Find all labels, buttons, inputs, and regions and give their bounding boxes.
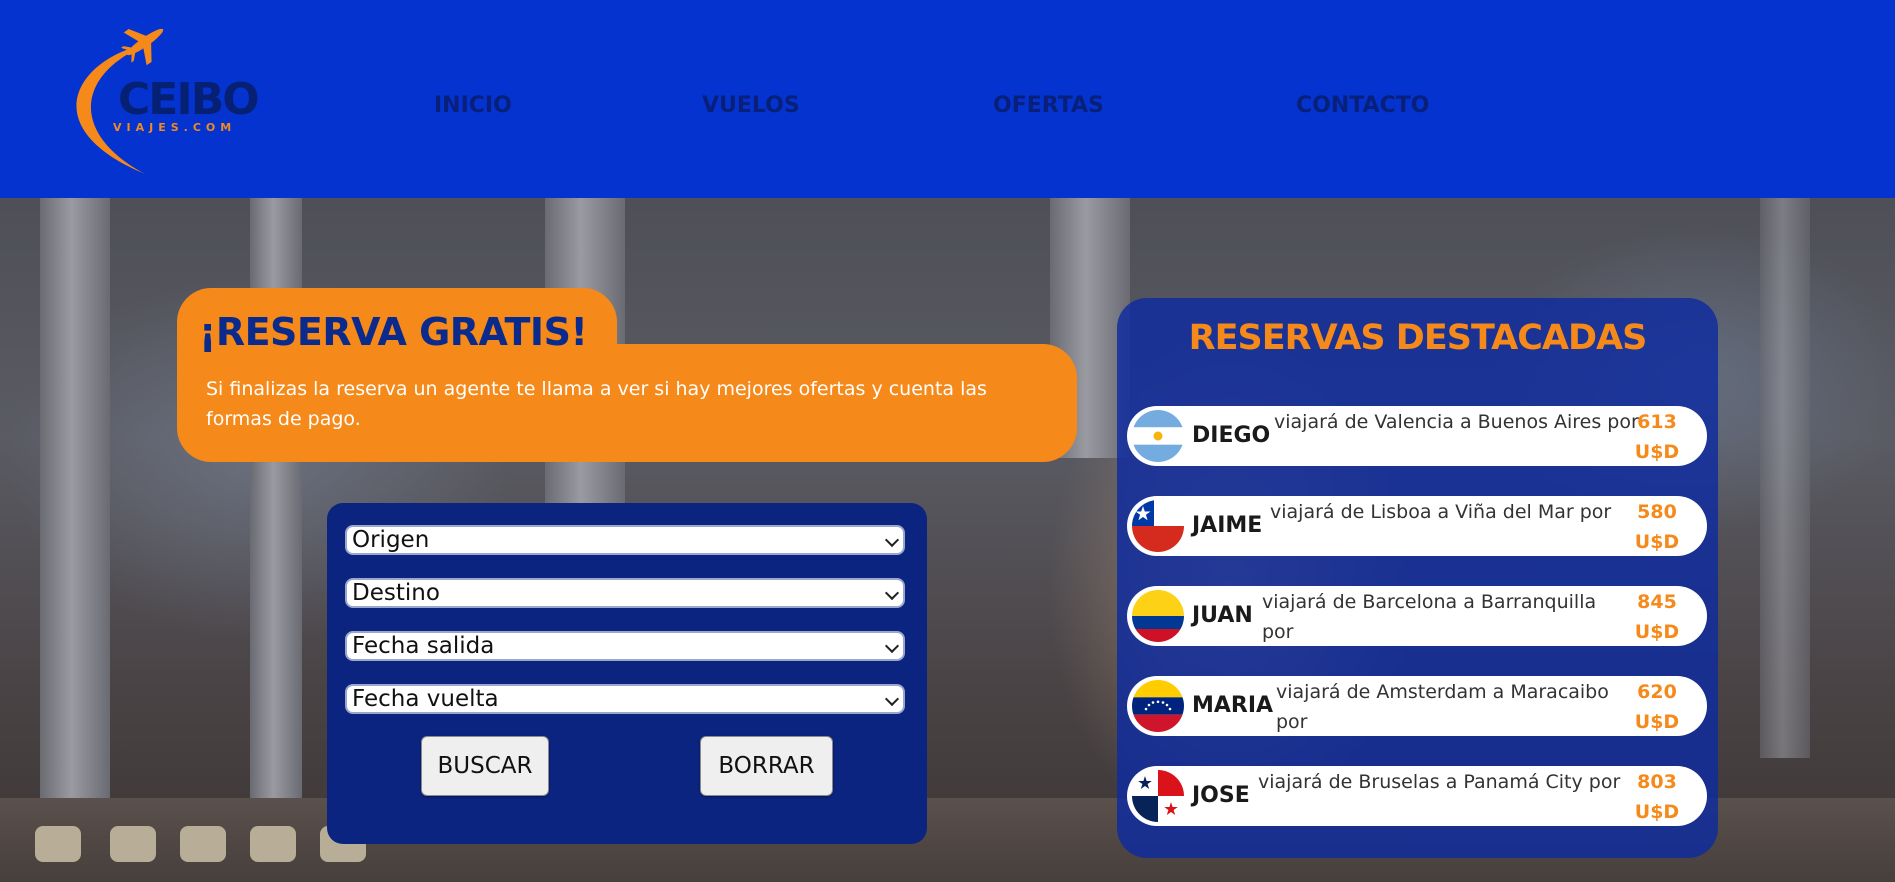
trip-description: viajará de Amsterdam a Maracaibo por bbox=[1276, 681, 1609, 733]
borrar-button[interactable]: BORRAR bbox=[700, 736, 833, 796]
origen-select[interactable]: Origen bbox=[345, 525, 905, 555]
fecha-vuelta-select[interactable]: Fecha vuelta bbox=[345, 684, 905, 714]
logo-subtitle: VIAJES.COM bbox=[113, 121, 237, 134]
reserva-row: JUAN viajará de Barcelona a Barranquilla… bbox=[1127, 586, 1707, 646]
ceibo-logo[interactable]: CEIBO VIAJES.COM bbox=[40, 16, 260, 181]
reserva-row: JOSE viajará de Bruselas a Panamá City p… bbox=[1127, 766, 1707, 826]
buscar-button[interactable]: BUSCAR bbox=[421, 736, 549, 796]
trip-price: 803 U$D bbox=[1627, 767, 1687, 827]
price-amount: 613 bbox=[1637, 411, 1677, 433]
chevron-down-icon bbox=[884, 532, 900, 548]
price-amount: 845 bbox=[1637, 591, 1677, 613]
traveler-name: MARIA bbox=[1192, 693, 1274, 718]
argentina-flag-icon bbox=[1132, 410, 1184, 462]
nav-vuelos[interactable]: VUELOS bbox=[702, 93, 800, 118]
trip-description: viajará de Valencia a Buenos Aires por bbox=[1274, 411, 1639, 433]
traveler-name: DIEGO bbox=[1192, 423, 1271, 448]
trip-price: 613 U$D bbox=[1627, 407, 1687, 467]
reserva-title: ¡RESERVA GRATIS! bbox=[199, 310, 588, 354]
chevron-down-icon bbox=[884, 585, 900, 601]
trip-price: 620 U$D bbox=[1627, 677, 1687, 737]
reserva-description: Si finalizas la reserva un agente te lla… bbox=[206, 378, 987, 430]
reserva-row: JAIME viajará de Lisboa a Viña del Mar p… bbox=[1127, 496, 1707, 556]
trip-price: 845 U$D bbox=[1627, 587, 1687, 647]
colombia-flag-icon bbox=[1132, 590, 1184, 642]
traveler-name: JOSE bbox=[1192, 783, 1250, 808]
fecha-salida-select[interactable]: Fecha salida bbox=[345, 631, 905, 661]
trip-description: viajará de Lisboa a Viña del Mar por bbox=[1270, 501, 1612, 523]
origen-select-value: Origen bbox=[352, 527, 430, 553]
nav-contacto[interactable]: CONTACTO bbox=[1296, 93, 1429, 118]
nav-inicio[interactable]: INICIO bbox=[434, 93, 512, 118]
panama-flag-icon bbox=[1132, 770, 1184, 822]
price-currency: U$D bbox=[1634, 621, 1680, 643]
chevron-down-icon bbox=[884, 638, 900, 654]
venezuela-flag-icon bbox=[1132, 680, 1184, 732]
price-currency: U$D bbox=[1634, 441, 1680, 463]
price-currency: U$D bbox=[1634, 801, 1680, 823]
price-currency: U$D bbox=[1634, 531, 1680, 553]
reserva-row: DIEGO viajará de Valencia a Buenos Aires… bbox=[1127, 406, 1707, 466]
logo-wordmark: CEIBO bbox=[118, 74, 260, 125]
price-amount: 620 bbox=[1637, 681, 1677, 703]
price-currency: U$D bbox=[1634, 711, 1680, 733]
trip-description: viajará de Bruselas a Panamá City por bbox=[1258, 771, 1621, 793]
chile-flag-icon bbox=[1132, 500, 1184, 552]
nav-ofertas[interactable]: OFERTAS bbox=[993, 93, 1104, 118]
reservas-destacadas-title: RESERVAS DESTACADAS bbox=[1188, 318, 1648, 358]
reserva-row: MARIA viajará de Amsterdam a Maracaibo p… bbox=[1127, 676, 1707, 736]
site-header: CEIBO VIAJES.COM INICIO VUELOS OFERTAS C… bbox=[0, 0, 1895, 198]
traveler-name: JUAN bbox=[1192, 603, 1253, 628]
destino-select-value: Destino bbox=[352, 580, 440, 606]
trip-description: viajará de Barcelona a Barranquilla por bbox=[1262, 591, 1597, 643]
destino-select[interactable]: Destino bbox=[345, 578, 905, 608]
price-amount: 580 bbox=[1637, 501, 1677, 523]
price-amount: 803 bbox=[1637, 771, 1677, 793]
traveler-name: JAIME bbox=[1192, 513, 1263, 538]
fecha-salida-select-value: Fecha salida bbox=[352, 633, 495, 659]
fecha-vuelta-select-value: Fecha vuelta bbox=[352, 686, 499, 712]
trip-price: 580 U$D bbox=[1627, 497, 1687, 557]
chevron-down-icon bbox=[884, 691, 900, 707]
